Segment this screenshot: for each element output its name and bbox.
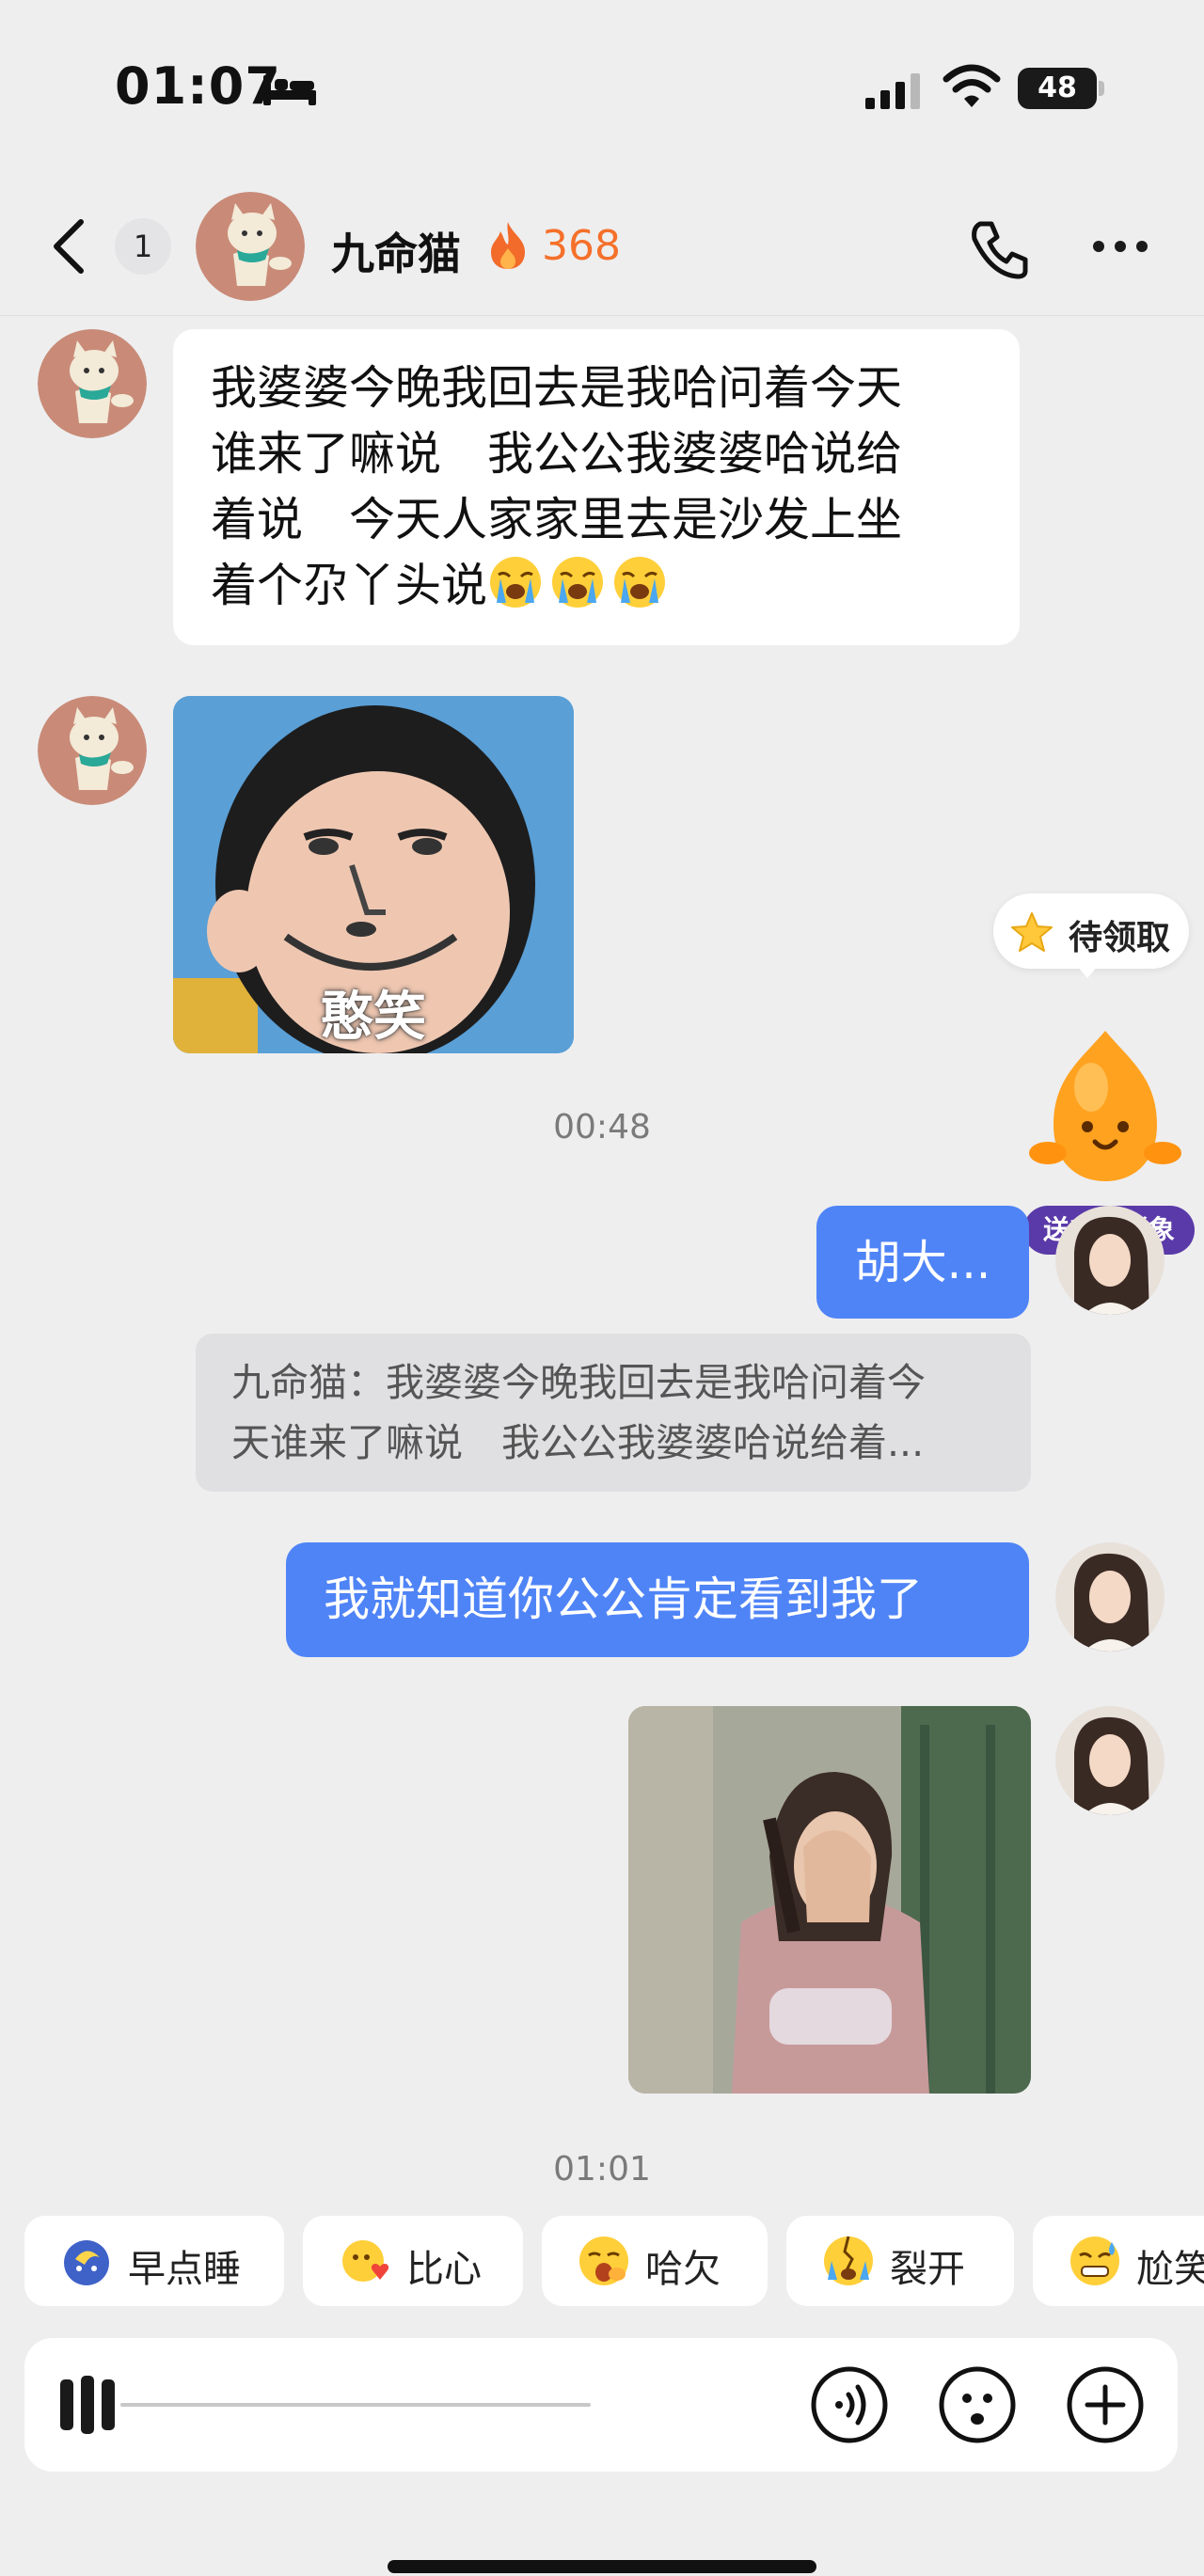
quick-reply-bar: 早点睡 比心 哈欠 裂开 尬笑	[0, 2216, 1204, 2308]
girl-avatar-icon	[1055, 1706, 1164, 1815]
quoted-message[interactable]: 九命猫：我婆婆今晚我回去是我哈问着今 天谁来了嘛说 我公公我婆婆哈说给着...	[196, 1334, 1031, 1492]
heart-hands-icon	[342, 2240, 389, 2282]
message-line: 我婆婆今晚我回去是我哈问着今天	[211, 361, 903, 415]
cat-avatar-icon	[38, 696, 147, 805]
message-line: 着说 今天人家家里去是沙发上坐	[211, 493, 903, 546]
quick-reply-label: 比心	[406, 2248, 482, 2291]
battery-tip	[1099, 81, 1104, 96]
voice-mode-icon[interactable]	[809, 2364, 890, 2445]
status-bar: 01:07 48	[0, 0, 1204, 169]
cat-avatar-icon	[38, 329, 147, 438]
girl-avatar-icon	[1055, 1542, 1164, 1651]
girl-avatar-icon	[1055, 1206, 1164, 1315]
battery-level: 48	[1018, 68, 1097, 109]
quick-reply-label: 尬笑	[1136, 2248, 1204, 2291]
crying-emoji-icon	[490, 557, 542, 608]
quick-reply-chip[interactable]: 早点睡	[24, 2216, 284, 2306]
wifi-icon	[943, 64, 1001, 107]
unread-count-badge[interactable]: 1	[115, 218, 171, 275]
message-line-text: 着个尕丫头说	[211, 559, 488, 612]
quick-reply-label: 哈欠	[645, 2248, 721, 2291]
quick-reply-chip[interactable]: 裂开	[786, 2216, 1014, 2306]
status-time: 01:07	[115, 56, 281, 116]
plus-icon[interactable]	[1065, 2364, 1146, 2445]
more-icon[interactable]	[1089, 237, 1151, 258]
crying-emoji-icon	[552, 557, 604, 608]
voice-wave-icon[interactable]	[53, 2372, 598, 2438]
reward-pointer	[1076, 965, 1099, 978]
phone-icon[interactable]	[967, 216, 1033, 282]
incoming-text-message[interactable]: 我婆婆今晚我回去是我哈问着今天 谁来了嘛说 我公公我婆婆哈说给 着说 今天人家家…	[173, 329, 1020, 645]
pet-mascot-icon[interactable]	[1025, 1021, 1185, 1191]
quick-reply-label: 裂开	[890, 2248, 965, 2291]
sleepy-moon-icon	[64, 2240, 109, 2285]
message-timestamp: 01:01	[553, 2150, 651, 2189]
contact-name[interactable]: 九命猫	[331, 220, 461, 282]
chat-header: 1 九命猫 368	[0, 169, 1204, 316]
outgoing-text-message[interactable]: 胡大...	[816, 1206, 1029, 1319]
streak-count: 368	[542, 222, 621, 270]
message-timestamp: 00:48	[553, 1108, 651, 1146]
quick-reply-chip[interactable]: 比心	[303, 2216, 523, 2306]
awkward-smile-icon	[1070, 2236, 1119, 2285]
fire-icon	[491, 222, 525, 269]
reward-label: 待领取	[1069, 919, 1171, 957]
chat-screen: 01:07 48 1 九命猫 368 我婆婆今晚我回去是我哈问着今天 谁来了嘛说…	[0, 0, 1204, 2576]
quick-reply-chip[interactable]: 尬笑	[1033, 2216, 1204, 2306]
quote-line: 九命猫：我婆婆今晚我回去是我哈问着今	[231, 1360, 926, 1405]
meme-caption: 憨笑	[321, 987, 426, 1048]
quote-line: 天谁来了嘛说 我公公我婆婆哈说给着...	[231, 1420, 925, 1465]
crying-emoji-icon	[614, 557, 666, 608]
message-line: 谁来了嘛说 我公公我婆婆哈说给	[211, 427, 903, 481]
cracked-face-icon	[824, 2236, 873, 2285]
my-message-avatar[interactable]	[1055, 1706, 1164, 1815]
photo-message[interactable]	[628, 1706, 1031, 2094]
laughing-person-photo	[628, 1706, 1031, 2094]
contact-message-avatar[interactable]	[38, 329, 147, 438]
meme-image-message[interactable]: 憨笑	[173, 696, 574, 1053]
outgoing-text-message[interactable]: 我就知道你公公肯定看到我了	[286, 1542, 1029, 1657]
quick-reply-label: 早点睡	[128, 2248, 241, 2291]
my-message-avatar[interactable]	[1055, 1542, 1164, 1651]
emoji-icon[interactable]	[937, 2364, 1018, 2445]
signal-icon	[865, 73, 920, 109]
yawn-icon	[579, 2236, 628, 2285]
bed-icon	[263, 75, 316, 105]
message-input-bar[interactable]	[24, 2338, 1178, 2472]
message-line-last: 着个尕丫头说	[211, 553, 982, 619]
star-icon	[1011, 912, 1053, 952]
pet-reward-chip[interactable]: 待领取	[993, 893, 1189, 969]
back-arrow-icon[interactable]	[47, 216, 94, 277]
quick-reply-chip[interactable]: 哈欠	[542, 2216, 768, 2306]
home-indicator[interactable]	[388, 2560, 816, 2573]
contact-avatar[interactable]	[196, 192, 305, 301]
battery-icon: 48	[1018, 68, 1104, 109]
cat-avatar-icon	[196, 192, 305, 301]
my-message-avatar[interactable]	[1055, 1206, 1164, 1315]
contact-message-avatar[interactable]	[38, 696, 147, 805]
